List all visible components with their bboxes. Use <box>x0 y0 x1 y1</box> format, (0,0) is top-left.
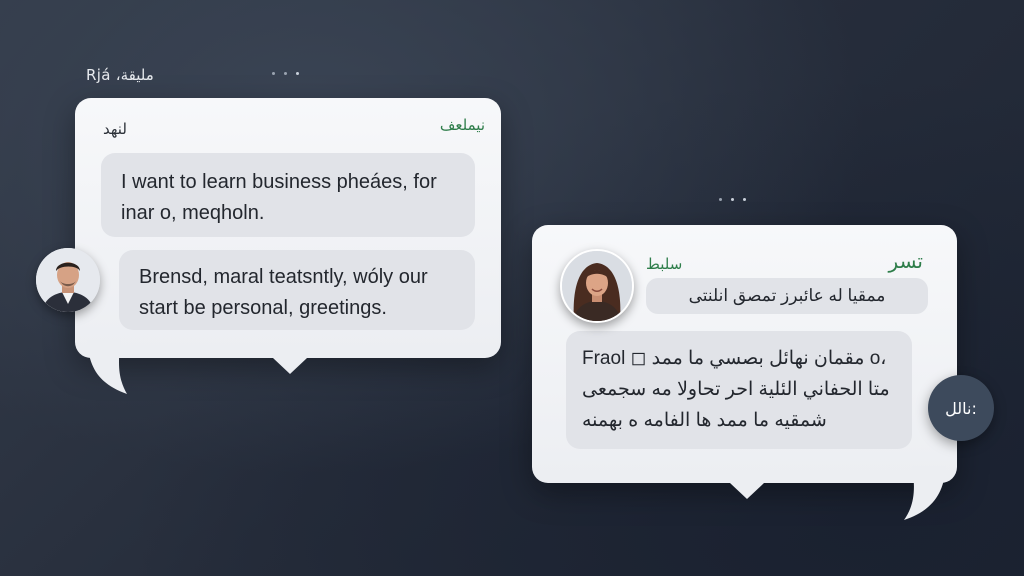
message-text: Fraol ◻ مقمان نهائل بصسي ما ممد o، متا ا… <box>582 348 890 431</box>
user-avatar-female[interactable] <box>560 249 634 323</box>
bubble-hook-left <box>87 340 127 394</box>
app-title: Rjá ،مليقة <box>86 66 154 84</box>
decorative-dots-top <box>272 72 299 75</box>
language-badge[interactable]: نالل: <box>928 375 994 441</box>
man-portrait-icon <box>36 248 100 312</box>
card-header-title: سلبط <box>646 255 683 273</box>
card-header-tag: تسر <box>888 249 923 273</box>
message-text: I want to learn business pheáes, for ina… <box>121 171 437 224</box>
decorative-dots-right <box>719 198 746 201</box>
user-avatar-male[interactable] <box>36 248 100 312</box>
card-header-tag: نيملعف <box>439 116 485 134</box>
message-bubble[interactable]: Fraol ◻ مقمان نهائل بصسي ما ممد o، متا ا… <box>566 331 912 449</box>
woman-portrait-icon <box>562 251 632 321</box>
bubble-tail <box>273 358 307 374</box>
badge-label: نالل: <box>945 398 977 418</box>
card-header-title: لنهد <box>103 120 127 138</box>
message-bubble[interactable]: I want to learn business pheáes, for ina… <box>101 153 475 237</box>
chip-text: ممقيا له عائبرز تمصق انلنتى <box>688 286 886 305</box>
chat-card-left: لنهد نيملعف I want to learn business phe… <box>75 98 501 374</box>
message-text: Brensd, maral teatsntly, wóly our start … <box>139 266 428 319</box>
message-bubble[interactable]: Brensd, maral teatsntly, wóly our start … <box>119 250 475 330</box>
bubble-hook-right <box>904 466 946 520</box>
message-chip[interactable]: ممقيا له عائبرز تمصق انلنتى <box>646 278 928 314</box>
bubble-tail <box>730 483 764 499</box>
